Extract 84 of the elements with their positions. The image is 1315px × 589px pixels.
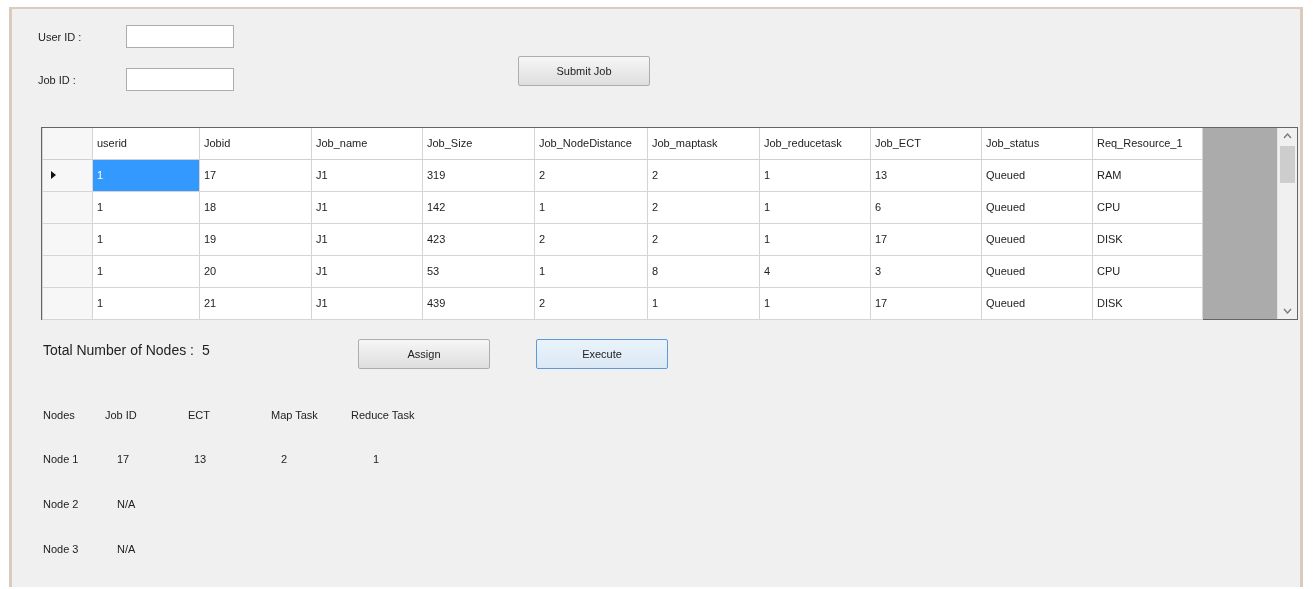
table-cell: 1 [92, 287, 200, 319]
table-cell: 1 [534, 255, 648, 287]
column-header[interactable]: Job_maptask [647, 128, 760, 159]
table-cell: 2 [534, 223, 648, 255]
scroll-thumb[interactable] [1280, 146, 1295, 183]
table-cell: 142 [422, 191, 535, 223]
column-label: Nodes [43, 409, 73, 423]
table-cell: 53 [422, 255, 535, 287]
table-cell: 1 [92, 255, 200, 287]
job-id-field[interactable] [126, 68, 234, 91]
table-cell: 19 [199, 223, 312, 255]
column-header[interactable]: Job_NodeDistance [534, 128, 648, 159]
column-header[interactable]: userid [92, 128, 200, 159]
total-nodes-label: Total Number of Nodes : [43, 341, 194, 358]
table-cell: Queued [981, 255, 1093, 287]
table-cell: 1 [759, 223, 871, 255]
table-cell: Queued [981, 287, 1093, 319]
table-cell: 1 [759, 159, 871, 191]
table-cell: J1 [311, 223, 423, 255]
column-label: Reduce Task [351, 409, 416, 423]
column-label: Job ID [105, 409, 138, 423]
column-header[interactable]: Req_Resource_1 [1092, 128, 1203, 159]
user-id-field[interactable] [126, 25, 234, 48]
column-header[interactable]: Job_Size [422, 128, 535, 159]
table-cell: 17 [870, 223, 982, 255]
table-cell: 8 [647, 255, 760, 287]
table-cell: J1 [311, 255, 423, 287]
table-cell: 17 [199, 159, 312, 191]
table-cell: 423 [422, 223, 535, 255]
column-header[interactable]: Job_status [981, 128, 1093, 159]
table-cell: 4 [759, 255, 871, 287]
column-label: Map Task [271, 409, 319, 423]
table-cell: 20 [199, 255, 312, 287]
table-cell: 21 [199, 287, 312, 319]
table-cell: CPU [1092, 191, 1203, 223]
table-cell: 13 [870, 159, 982, 191]
table-cell: 1 [92, 223, 200, 255]
submit-job-button[interactable]: Submit Job [518, 56, 650, 86]
node-value: N/A [117, 498, 135, 512]
table-cell: Queued [981, 223, 1093, 255]
table-cell: 3 [870, 255, 982, 287]
table-cell: 17 [870, 287, 982, 319]
table-cell: CPU [1092, 255, 1203, 287]
table-cell: 1 [534, 191, 648, 223]
table-cell: 18 [199, 191, 312, 223]
column-header[interactable]: Job_reducetask [759, 128, 871, 159]
table-cell: 1 [647, 287, 760, 319]
table-cell: 2 [647, 159, 760, 191]
table-cell: 2 [534, 159, 648, 191]
table-cell: 2 [534, 287, 648, 319]
node-value: 2 [281, 453, 287, 467]
table-cell: DISK [1092, 287, 1203, 319]
field-label: User ID : [38, 30, 83, 43]
node-label: Node 1 [43, 453, 79, 467]
execute-button[interactable]: Execute [536, 339, 668, 369]
table-cell: J1 [311, 159, 423, 191]
table-cell: 1 [92, 159, 200, 191]
table-cell: DISK [1092, 223, 1203, 255]
node-label: Node 2 [43, 498, 79, 512]
scrollbar[interactable] [1277, 128, 1297, 319]
table-cell: 1 [92, 191, 200, 223]
table-cell: J1 [311, 287, 423, 319]
table-cell: J1 [311, 191, 423, 223]
table-cell: 319 [422, 159, 535, 191]
node-value: 13 [194, 453, 206, 467]
table-cell: Queued [981, 191, 1093, 223]
node-value: 1 [373, 453, 379, 467]
table-cell: 2 [647, 191, 760, 223]
table-cell: 2 [647, 223, 760, 255]
node-label: Node 3 [43, 543, 79, 557]
table-cell: 439 [422, 287, 535, 319]
column-header[interactable]: Job_ECT [870, 128, 982, 159]
table-cell: 1 [759, 191, 871, 223]
column-header[interactable]: Job_name [311, 128, 423, 159]
column-header[interactable]: Jobid [199, 128, 312, 159]
node-value: 17 [117, 453, 129, 467]
table-cell: Queued [981, 159, 1093, 191]
total-nodes-value: 5 [201, 341, 210, 358]
table-cell: RAM [1092, 159, 1203, 191]
table-cell: 1 [759, 287, 871, 319]
field-label: Job ID : [38, 73, 77, 86]
node-value: N/A [117, 543, 135, 557]
assign-button[interactable]: Assign [358, 339, 490, 369]
table-cell: 6 [870, 191, 982, 223]
